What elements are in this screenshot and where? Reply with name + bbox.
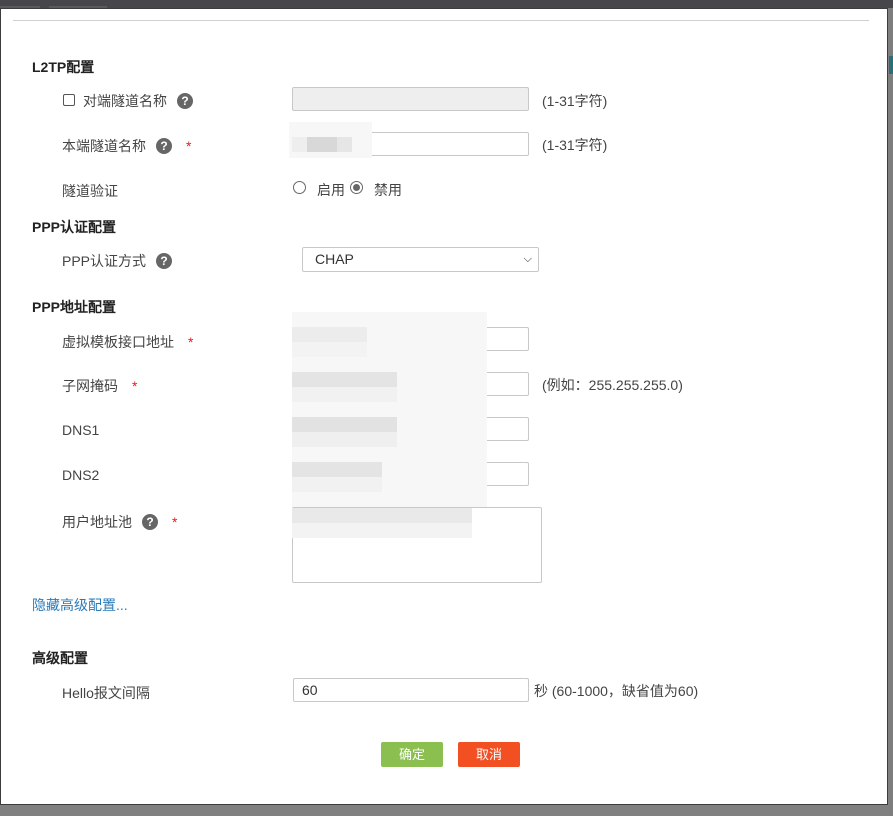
redacted-value xyxy=(289,122,372,158)
required-icon: * xyxy=(172,514,178,530)
subnet-mask-label: 子网掩码 xyxy=(62,378,118,394)
peer-tunnel-name-input[interactable] xyxy=(292,87,529,111)
help-icon[interactable]: ? xyxy=(156,138,172,154)
help-icon[interactable]: ? xyxy=(156,253,173,269)
subnet-mask-hint: (例如：255.255.255.0) xyxy=(542,377,683,393)
hello-interval-label: Hello报文间隔 xyxy=(62,685,150,701)
tunnel-auth-disable-radio[interactable] xyxy=(350,181,363,194)
hello-interval-hint: 秒 (60-1000，缺省值为60) xyxy=(534,683,699,699)
header-divider xyxy=(13,20,869,21)
background-accent xyxy=(889,56,893,74)
redacted-value xyxy=(292,506,472,538)
ppp-auth-method-row-label: PPP认证方式 ? xyxy=(62,251,173,271)
ppp-auth-method-value: CHAP xyxy=(315,251,354,267)
cancel-button[interactable]: 取消 xyxy=(458,742,520,767)
local-tunnel-name-row-label: 本端隧道名称 ? * xyxy=(62,136,191,156)
local-tunnel-name-label: 本端隧道名称 xyxy=(62,138,146,154)
section-title-ppp-auth: PPP认证配置 xyxy=(32,219,117,235)
help-icon[interactable]: ? xyxy=(177,93,193,109)
required-icon: * xyxy=(186,138,192,154)
vt-address-row-label: 虚拟模板接口地址 * xyxy=(62,332,193,352)
local-tunnel-name-hint: (1-31字符) xyxy=(542,137,608,153)
ppp-auth-method-select[interactable]: CHAP ⌵ xyxy=(302,247,539,272)
vt-address-label: 虚拟模板接口地址 xyxy=(62,334,174,350)
ok-button[interactable]: 确定 xyxy=(381,742,443,767)
dns1-label: DNS1 xyxy=(62,422,100,438)
user-pool-label: 用户地址池 xyxy=(62,514,132,530)
peer-tunnel-name-label: 对端隧道名称 xyxy=(83,93,167,109)
peer-tunnel-name-checkbox[interactable] xyxy=(63,94,75,106)
required-icon: * xyxy=(188,334,194,350)
dns2-label: DNS2 xyxy=(62,467,100,483)
background-page-edge xyxy=(889,8,893,816)
hello-interval-input[interactable] xyxy=(293,678,529,702)
ppp-auth-method-label: PPP认证方式 xyxy=(62,253,147,269)
subnet-mask-row-label: 子网掩码 * xyxy=(62,376,137,396)
section-title-l2tp: L2TP配置 xyxy=(32,59,95,75)
section-title-advanced: 高级配置 xyxy=(32,650,88,666)
tunnel-auth-label: 隧道验证 xyxy=(62,183,118,199)
tunnel-auth-enable-radio[interactable] xyxy=(293,181,306,194)
l2tp-config-dialog: L2TP配置 对端隧道名称 ? (1-31字符) 本端隧道名称 ? * (1-3… xyxy=(0,8,888,805)
redacted-values xyxy=(292,312,487,507)
help-icon[interactable]: ? xyxy=(142,514,158,530)
user-pool-row-label: 用户地址池 ? * xyxy=(62,512,177,532)
peer-tunnel-name-hint: (1-31字符) xyxy=(542,93,608,109)
background-topbar xyxy=(0,0,893,8)
tunnel-auth-disable-label: 禁用 xyxy=(374,182,402,198)
chevron-down-icon: ⌵ xyxy=(523,253,532,265)
toggle-advanced-link[interactable]: 隐藏高级配置... xyxy=(32,595,128,615)
peer-tunnel-name-row-label: 对端隧道名称 ? xyxy=(83,91,193,111)
section-title-ppp-addr: PPP地址配置 xyxy=(32,299,117,315)
tunnel-auth-enable-label: 启用 xyxy=(317,182,345,198)
required-icon: * xyxy=(132,378,138,394)
